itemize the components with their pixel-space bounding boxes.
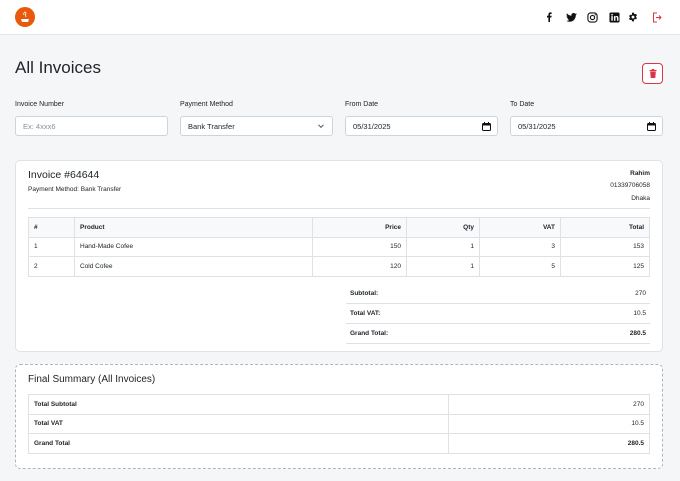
invoice-number-label: Invoice Number [15, 101, 65, 108]
product-name: Cold Cofee [74, 256, 313, 277]
from-date-input[interactable]: 05/31/2025 [345, 116, 498, 136]
summary-label: Total VAT [28, 413, 449, 434]
column-header: # [28, 217, 75, 238]
trash-icon [649, 69, 656, 78]
to-date-input[interactable]: 05/31/2025 [510, 116, 663, 136]
top-navbar [0, 0, 680, 35]
twitter-icon[interactable] [564, 10, 578, 24]
column-header: Price [312, 217, 407, 238]
qty-cell: 1 [406, 256, 480, 277]
qty-cell: 1 [406, 236, 480, 257]
invoice-payment-method: Payment Method: Bank Transfer [28, 186, 122, 193]
summary-value: 280.5 [448, 433, 650, 454]
subtotal-value: 270 [545, 284, 650, 305]
final-summary-card: Final Summary (All Invoices) Total Subto… [15, 364, 663, 469]
column-header: Product [74, 217, 313, 238]
vat-cell: 5 [479, 256, 561, 277]
table-row: Total Subtotal 270 [28, 394, 650, 415]
summary-value: 10.5 [448, 413, 650, 434]
product-name: Hand-Made Cofee [74, 236, 313, 257]
subtotal-label: Subtotal: [346, 284, 546, 305]
invoice-items-table: # Product Price Qty VAT Total 1 Hand-Mad… [28, 217, 650, 277]
payment-method-value: Bank Transfer [188, 121, 235, 131]
logout-icon[interactable] [651, 10, 663, 24]
total-cell: 125 [560, 256, 650, 277]
row-number: 2 [28, 256, 75, 277]
linkedin-icon[interactable] [608, 10, 620, 24]
invoice-title: Invoice #64644 [28, 169, 100, 181]
table-row: Total VAT 10.5 [28, 413, 650, 434]
instagram-icon[interactable] [586, 10, 598, 24]
column-header: Total [560, 217, 650, 238]
calendar-icon[interactable] [647, 122, 656, 131]
from-date-label: From Date [345, 101, 379, 108]
invoice-card: Invoice #64644 Payment Method: Bank Tran… [15, 160, 663, 352]
delete-button[interactable] [642, 63, 663, 84]
customer-phone: 01339706058 [610, 182, 650, 189]
summary-value: 270 [448, 394, 650, 415]
brand-logo[interactable] [15, 7, 35, 27]
chevron-down-icon [318, 124, 324, 129]
invoice-totals-table: Subtotal: 270 Total VAT: 10.5 Grand Tota… [346, 284, 650, 344]
summary-label: Total Subtotal [28, 394, 449, 415]
total-vat-value: 10.5 [545, 303, 650, 324]
page-title: All Invoices [15, 58, 101, 77]
from-date-value: 05/31/2025 [353, 121, 391, 131]
calendar-icon[interactable] [482, 122, 491, 131]
column-header: VAT [479, 217, 561, 238]
price-cell: 120 [312, 256, 407, 277]
summary-table: Total Subtotal 270 Total VAT 10.5 Grand … [28, 394, 650, 454]
grand-total-label: Grand Total: [346, 323, 546, 344]
customer-name: Rahim [630, 170, 650, 177]
summary-title: Final Summary (All Invoices) [28, 374, 156, 385]
vat-cell: 3 [479, 236, 561, 257]
payment-method-select[interactable]: Bank Transfer [180, 116, 333, 136]
summary-label: Grand Total [28, 433, 449, 454]
divider [28, 208, 650, 209]
to-date-value: 05/31/2025 [518, 121, 556, 131]
table-row: Grand Total 280.5 [28, 433, 650, 454]
payment-method-label: Payment Method [180, 101, 233, 108]
row-number: 1 [28, 236, 75, 257]
customer-city: Dhaka [631, 195, 650, 202]
to-date-label: To Date [510, 101, 535, 108]
grand-total-value: 280.5 [545, 323, 650, 344]
total-vat-label: Total VAT: [346, 303, 546, 324]
gear-icon[interactable] [627, 10, 639, 24]
invoice-number-input[interactable]: Ex: 4xxx6 [15, 116, 168, 136]
column-header: Qty [406, 217, 480, 238]
total-cell: 153 [560, 236, 650, 257]
table-row: 1 Hand-Made Cofee 150 1 3 153 [28, 236, 650, 257]
facebook-icon[interactable] [543, 10, 555, 24]
table-row: 2 Cold Cofee 120 1 5 125 [28, 256, 650, 277]
price-cell: 150 [312, 236, 407, 257]
